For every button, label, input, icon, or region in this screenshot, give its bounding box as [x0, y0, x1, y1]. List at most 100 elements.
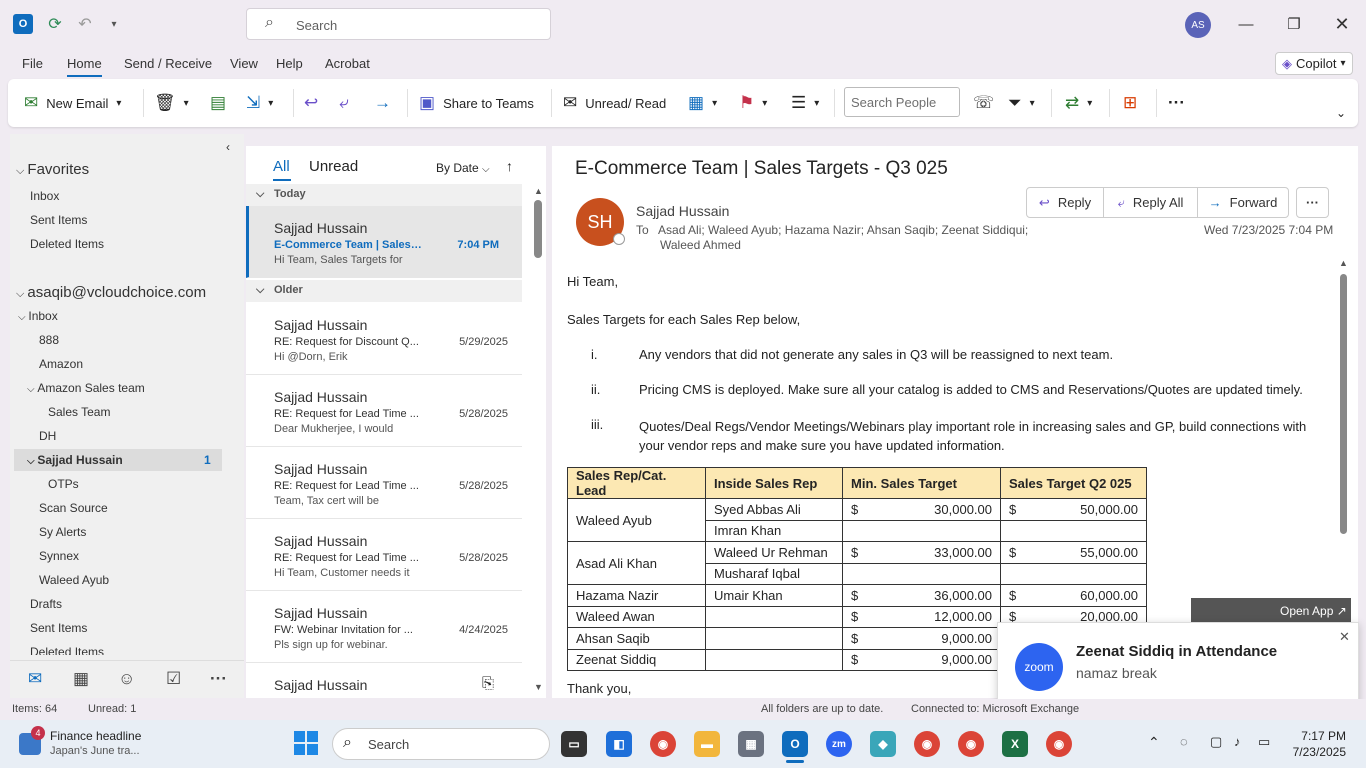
notification-toast[interactable]: zoom ✕ Zeenat Siddiq in Attendance namaz… [997, 622, 1359, 706]
scrollbar-thumb[interactable] [534, 200, 542, 258]
sort-dropdown[interactable]: By Date ⌵ [436, 161, 490, 175]
forward-button[interactable]: → Forward [1197, 187, 1289, 218]
battery-icon[interactable]: ▭ [1258, 734, 1270, 750]
reply-ribbon-button[interactable]: ↩ [304, 79, 326, 127]
taskbar-date[interactable]: 7/23/2025 [1288, 745, 1346, 759]
volume-icon[interactable]: ♪ [1234, 734, 1241, 749]
folder-inbox[interactable]: ⌵ Inbox [18, 309, 58, 323]
new-email-button[interactable]: ✉ New Email ▾ [24, 79, 121, 127]
folder-888[interactable]: 888 [39, 333, 59, 347]
fav-sent-items[interactable]: Sent Items [30, 213, 87, 227]
folder-otps[interactable]: OTPs [48, 477, 79, 491]
file-explorer-icon[interactable]: ▬ [694, 731, 720, 757]
address-book-button[interactable]: ☏ [973, 79, 1002, 127]
folder-sy-alerts[interactable]: Sy Alerts [39, 525, 86, 539]
search-box[interactable]: ⌕ Search [246, 8, 551, 40]
group-header-today[interactable]: ⌵ Today [246, 184, 522, 206]
display-icon[interactable]: ▢ [1210, 734, 1222, 750]
rules-button[interactable]: ☰ ▾ [791, 79, 819, 127]
chrome-icon[interactable]: ◉ [650, 731, 676, 757]
account-header[interactable]: ⌵ asaqib@vcloudchoice.com [16, 284, 206, 301]
calendar-icon[interactable]: ▦ [73, 669, 89, 689]
folder-amazon-sales-team[interactable]: ⌵ Amazon Sales team [27, 381, 145, 395]
share-to-teams-button[interactable]: ▣ Share to Teams [419, 79, 534, 127]
filter-button[interactable]: ⏷ ▾ [1008, 79, 1035, 127]
archive-button[interactable]: ▤ [210, 79, 234, 127]
folder-deleted-items[interactable]: Deleted Items [30, 645, 104, 655]
delete-button[interactable]: 🗑 ▾ [154, 79, 189, 127]
scroll-up-icon[interactable]: ▲ [534, 186, 543, 196]
sync-icon[interactable]: ⟳ [44, 13, 66, 35]
menu-file[interactable]: File [22, 56, 43, 71]
folder-sajjad-hussain[interactable]: ⌵ Sajjad Hussain [27, 453, 123, 467]
minimize-icon[interactable]: — [1234, 12, 1258, 36]
more-actions-button[interactable]: ··· [1296, 187, 1329, 218]
undo-icon[interactable]: ↶ [74, 13, 96, 35]
tasks-icon[interactable]: ☑ [166, 669, 181, 689]
menu-acrobat[interactable]: Acrobat [325, 56, 370, 71]
menu-view[interactable]: View [230, 56, 258, 71]
folder-synnex[interactable]: Synnex [39, 549, 79, 563]
group-header-older[interactable]: ⌵ Older [246, 280, 522, 302]
fav-inbox[interactable]: Inbox [30, 189, 59, 203]
chrome-profile-icon[interactable]: ◉ [914, 731, 940, 757]
scroll-down-icon[interactable]: ▼ [534, 682, 543, 692]
categorize-button[interactable]: ▦ ▾ [688, 79, 717, 127]
reply-all-ribbon-button[interactable]: ⤶ [339, 79, 357, 127]
excel-icon[interactable]: X [1002, 731, 1028, 757]
chrome-profile-icon[interactable]: ◉ [958, 731, 984, 757]
network-icon[interactable]: ◌ [1180, 734, 1188, 749]
app-icon[interactable]: ◆ [870, 731, 896, 757]
calculator-icon[interactable]: ▦ [738, 731, 764, 757]
collapse-pane-icon[interactable]: ‹ [226, 140, 230, 154]
search-people-input[interactable]: Search People [844, 87, 960, 117]
people-icon[interactable]: ☺ [118, 669, 135, 689]
more-apps-icon[interactable]: ··· [210, 669, 227, 689]
task-view-icon[interactable]: ▭ [561, 731, 587, 757]
message-item[interactable]: Sajjad Hussain RE: Request for Lead Time… [246, 447, 522, 519]
menu-home[interactable]: Home [67, 56, 102, 77]
tab-unread[interactable]: Unread [309, 158, 358, 175]
flag-button[interactable]: ⚑ ▾ [739, 79, 767, 127]
scroll-up-icon[interactable]: ▲ [1339, 258, 1348, 268]
sort-direction-icon[interactable]: ↑ [506, 158, 513, 174]
tab-all[interactable]: All [273, 158, 290, 175]
folder-dh[interactable]: DH [39, 429, 56, 443]
chevron-up-icon[interactable]: ⌃ [1148, 734, 1160, 751]
sender-name[interactable]: Sajjad Hussain [636, 203, 729, 219]
outlook-taskbar-icon[interactable]: O [782, 731, 808, 757]
user-avatar[interactable]: AS [1185, 12, 1211, 38]
menu-send-receive[interactable]: Send / Receive [124, 56, 212, 71]
fav-deleted-items[interactable]: Deleted Items [30, 237, 104, 251]
maximize-icon[interactable]: ❐ [1282, 12, 1306, 36]
menu-help[interactable]: Help [276, 56, 303, 71]
message-list-scrollbar[interactable]: ▲ ▼ [532, 186, 544, 696]
chrome-profile-icon[interactable]: ◉ [1046, 731, 1072, 757]
folder-scan-source[interactable]: Scan Source [39, 501, 108, 515]
message-item[interactable]: Sajjad Hussain E-Commerce Team | Sales .… [246, 206, 522, 278]
apps-button[interactable]: ⊞ [1123, 79, 1145, 127]
folder-sent-items[interactable]: Sent Items [30, 621, 87, 635]
more-options-button[interactable]: ··· [1168, 79, 1193, 127]
forward-ribbon-button[interactable]: → [374, 79, 399, 127]
expand-ribbon-button[interactable]: ⌄ [1336, 89, 1346, 137]
message-item[interactable]: Sajjad Hussain RE: Request for Discount … [246, 303, 522, 375]
store-icon[interactable]: ◧ [606, 731, 632, 757]
message-item[interactable]: Sajjad Hussain RE: Request for Lead Time… [246, 519, 522, 591]
news-subtitle[interactable]: Japan's June tra... [50, 745, 140, 757]
open-app-link[interactable]: Open App ↗ [1280, 604, 1347, 618]
taskbar-search[interactable]: ⌕ Search [332, 728, 550, 760]
message-item[interactable]: Sajjad Hussain RE: Request for Lead Time… [246, 375, 522, 447]
favorites-header[interactable]: ⌵ Favorites [16, 161, 89, 178]
move-button[interactable]: ⇲ ▾ [246, 79, 273, 127]
taskbar-time[interactable]: 7:17 PM [1294, 729, 1346, 743]
close-icon[interactable]: ✕ [1339, 629, 1350, 645]
close-icon[interactable]: ✕ [1330, 12, 1354, 36]
zoom-taskbar-icon[interactable]: zm [826, 731, 852, 757]
recipients[interactable]: Asad Ali; Waleed Ayub; Hazama Nazir; Ahs… [658, 223, 1028, 237]
message-item[interactable]: Sajjad Hussain FW: Webinar Invitation fo… [246, 591, 522, 663]
news-title[interactable]: Finance headline [50, 729, 141, 743]
folder-amazon[interactable]: Amazon [39, 357, 83, 371]
reply-button[interactable]: ↩ Reply [1026, 187, 1104, 218]
folder-sales-team[interactable]: Sales Team [48, 405, 110, 419]
